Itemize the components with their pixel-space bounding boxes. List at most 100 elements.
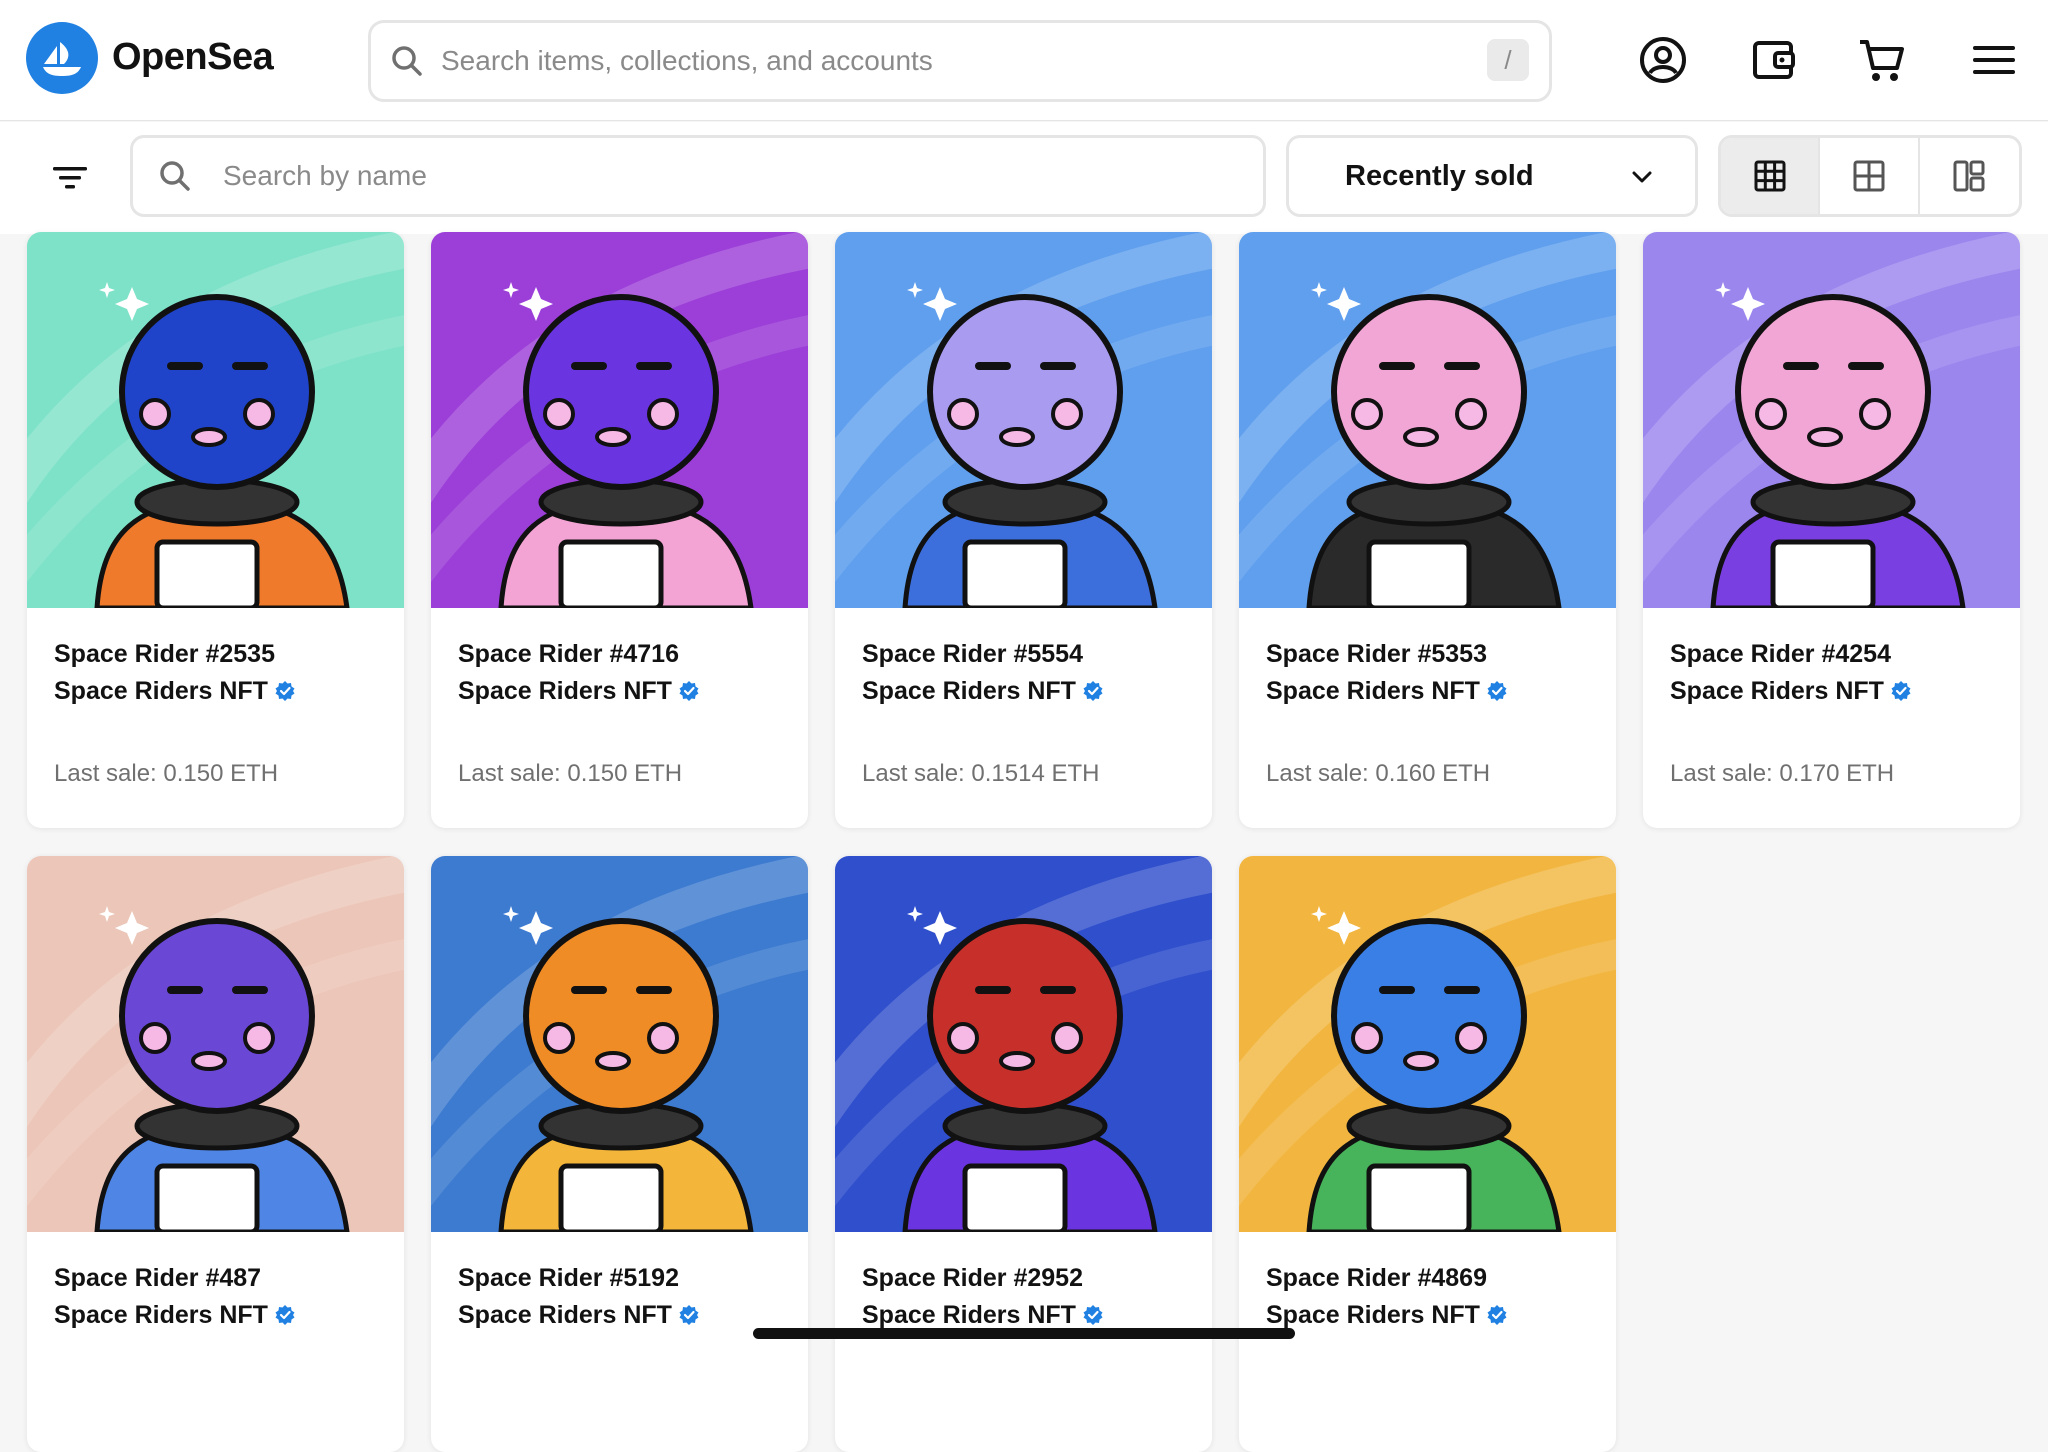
collection-name: Space Riders NFT xyxy=(1266,1301,1480,1329)
cart-icon[interactable] xyxy=(1852,30,1912,90)
top-header: OpenSea / xyxy=(0,0,2048,121)
opensea-logo[interactable] xyxy=(26,22,98,94)
last-sale: Last sale: 0.150 ETH xyxy=(458,760,781,788)
nft-image[interactable] xyxy=(835,232,1212,608)
nft-card[interactable]: Space Rider #5192 Space Riders NFT xyxy=(431,856,808,1452)
collection-name: Space Riders NFT xyxy=(862,677,1076,705)
nft-title[interactable]: Space Rider #4716 xyxy=(458,636,781,672)
sort-dropdown[interactable]: Recently sold xyxy=(1286,135,1698,217)
nft-collection[interactable]: Space Riders NFT xyxy=(1266,672,1589,710)
search-shortcut-hint: / xyxy=(1487,39,1529,81)
nft-title[interactable]: Space Rider #5353 xyxy=(1266,636,1589,672)
masonry-view-button[interactable] xyxy=(1920,138,2019,214)
last-sale-label: Last sale: xyxy=(1670,760,1773,787)
last-sale: Last sale: 0.1514 ETH xyxy=(862,760,1185,788)
last-sale-value: 0.170 ETH xyxy=(1779,760,1895,787)
nft-card[interactable]: Space Rider #5353 Space Riders NFT Last … xyxy=(1239,232,1616,828)
last-sale-label: Last sale: xyxy=(458,760,561,787)
nft-card-info: Space Rider #5192 Space Riders NFT xyxy=(431,1232,808,1334)
filter-button[interactable] xyxy=(40,148,100,208)
nft-collection[interactable]: Space Riders NFT xyxy=(458,1296,781,1334)
nft-card-info: Space Rider #4254 Space Riders NFT Last … xyxy=(1643,608,2020,788)
global-search[interactable]: / xyxy=(368,20,1552,102)
nft-card-info: Space Rider #5353 Space Riders NFT Last … xyxy=(1239,608,1616,788)
brand-name[interactable]: OpenSea xyxy=(112,36,274,79)
astronaut-illustration xyxy=(431,856,808,1232)
search-icon xyxy=(389,43,425,84)
nft-image[interactable] xyxy=(27,856,404,1232)
nft-collection[interactable]: Space Riders NFT xyxy=(862,672,1185,710)
nft-card-info: Space Rider #4869 Space Riders NFT xyxy=(1239,1232,1616,1334)
nft-title[interactable]: Space Rider #2535 xyxy=(54,636,377,672)
collection-name: Space Riders NFT xyxy=(54,1301,268,1329)
home-indicator xyxy=(753,1328,1295,1339)
astronaut-illustration xyxy=(1239,856,1616,1232)
nft-title[interactable]: Space Rider #2952 xyxy=(862,1260,1185,1296)
verified-badge-icon xyxy=(1891,681,1911,701)
nft-collection[interactable]: Space Riders NFT xyxy=(1266,1296,1589,1334)
nft-image[interactable] xyxy=(27,232,404,608)
nft-card-info: Space Rider #2952 Space Riders NFT xyxy=(835,1232,1212,1334)
nft-card-info: Space Rider #5554 Space Riders NFT Last … xyxy=(835,608,1212,788)
last-sale-value: 0.1514 ETH xyxy=(971,760,1100,787)
astronaut-illustration xyxy=(835,232,1212,608)
verified-badge-icon xyxy=(275,1305,295,1325)
global-search-input[interactable] xyxy=(441,37,1441,85)
nft-title[interactable]: Space Rider #487 xyxy=(54,1260,377,1296)
last-sale-label: Last sale: xyxy=(862,760,965,787)
large-grid-view-button[interactable] xyxy=(1820,138,1920,214)
name-search[interactable] xyxy=(130,135,1266,217)
nft-collection[interactable]: Space Riders NFT xyxy=(458,672,781,710)
nft-title[interactable]: Space Rider #5192 xyxy=(458,1260,781,1296)
nft-image[interactable] xyxy=(835,856,1212,1232)
nft-card-info: Space Rider #2535 Space Riders NFT Last … xyxy=(27,608,404,788)
nft-collection[interactable]: Space Riders NFT xyxy=(1670,672,1993,710)
nft-card[interactable]: Space Rider #4869 Space Riders NFT xyxy=(1239,856,1616,1452)
collection-name: Space Riders NFT xyxy=(458,1301,672,1329)
nft-card[interactable]: Space Rider #2952 Space Riders NFT xyxy=(835,856,1212,1452)
menu-icon[interactable] xyxy=(1964,30,2024,90)
last-sale-label: Last sale: xyxy=(1266,760,1369,787)
last-sale-value: 0.160 ETH xyxy=(1375,760,1491,787)
wallet-icon[interactable] xyxy=(1744,30,1804,90)
nft-card[interactable]: Space Rider #5554 Space Riders NFT Last … xyxy=(835,232,1212,828)
nft-image[interactable] xyxy=(431,856,808,1232)
last-sale: Last sale: 0.150 ETH xyxy=(54,760,377,788)
verified-badge-icon xyxy=(275,681,295,701)
astronaut-illustration xyxy=(431,232,808,608)
verified-badge-icon xyxy=(1487,1305,1507,1325)
nft-card-info: Space Rider #487 Space Riders NFT xyxy=(27,1232,404,1334)
nft-card[interactable]: Space Rider #487 Space Riders NFT xyxy=(27,856,404,1452)
collection-name: Space Riders NFT xyxy=(458,677,672,705)
nft-collection[interactable]: Space Riders NFT xyxy=(54,672,377,710)
chevron-down-icon xyxy=(1629,164,1655,195)
nft-title[interactable]: Space Rider #4869 xyxy=(1266,1260,1589,1296)
collection-name: Space Riders NFT xyxy=(1670,677,1884,705)
nft-card-info: Space Rider #4716 Space Riders NFT Last … xyxy=(431,608,808,788)
verified-badge-icon xyxy=(679,681,699,701)
filter-toolbar: Recently sold xyxy=(0,122,2048,234)
nft-card[interactable]: Space Rider #4254 Space Riders NFT Last … xyxy=(1643,232,2020,828)
dense-grid-view-button[interactable] xyxy=(1721,138,1821,214)
last-sale-value: 0.150 ETH xyxy=(567,760,683,787)
nft-image[interactable] xyxy=(431,232,808,608)
last-sale-value: 0.150 ETH xyxy=(163,760,279,787)
view-mode-toggle xyxy=(1718,135,2022,217)
account-icon[interactable] xyxy=(1633,30,1693,90)
nft-card[interactable]: Space Rider #4716 Space Riders NFT Last … xyxy=(431,232,808,828)
astronaut-illustration xyxy=(1643,232,2020,608)
verified-badge-icon xyxy=(1487,681,1507,701)
collection-name: Space Riders NFT xyxy=(1266,677,1480,705)
nft-title[interactable]: Space Rider #4254 xyxy=(1670,636,1993,672)
verified-badge-icon xyxy=(1083,1305,1103,1325)
nft-title[interactable]: Space Rider #5554 xyxy=(862,636,1185,672)
last-sale-label: Last sale: xyxy=(54,760,157,787)
nft-image[interactable] xyxy=(1239,856,1616,1232)
nft-image[interactable] xyxy=(1643,232,2020,608)
astronaut-illustration xyxy=(27,856,404,1232)
nft-collection[interactable]: Space Riders NFT xyxy=(54,1296,377,1334)
sort-selected-label: Recently sold xyxy=(1345,160,1534,192)
nft-card[interactable]: Space Rider #2535 Space Riders NFT Last … xyxy=(27,232,404,828)
name-search-input[interactable] xyxy=(223,152,1223,200)
nft-image[interactable] xyxy=(1239,232,1616,608)
